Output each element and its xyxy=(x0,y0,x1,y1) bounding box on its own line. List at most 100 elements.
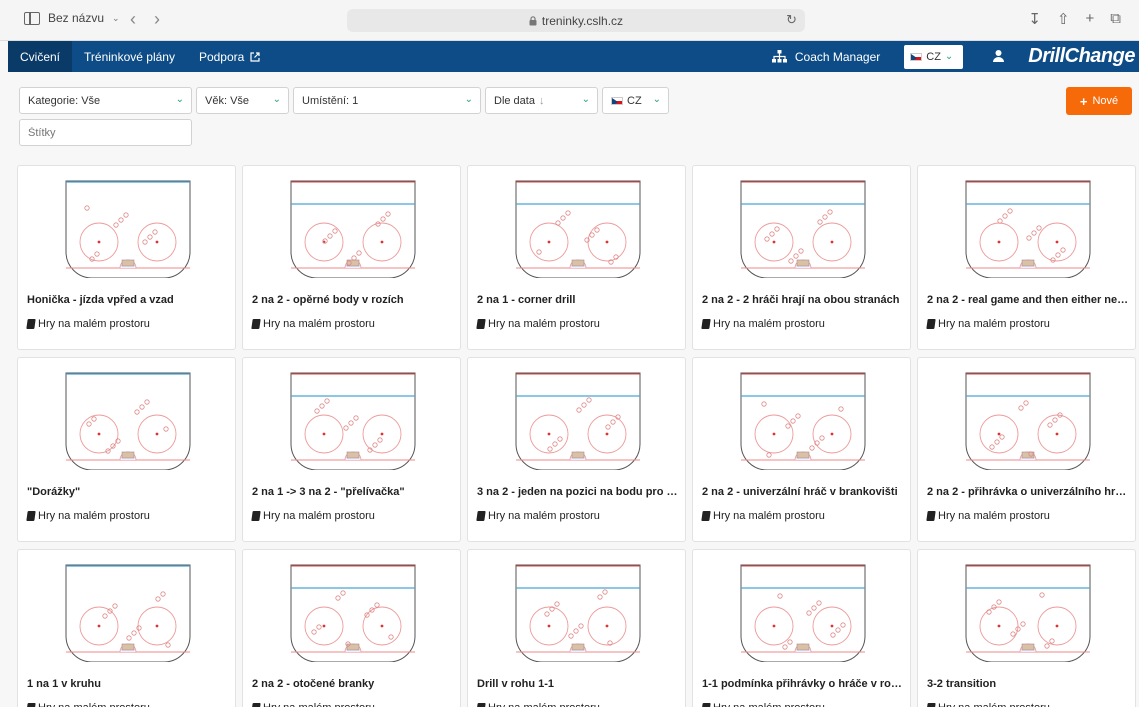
book-icon xyxy=(251,319,261,329)
sort-desc-icon: ↓ xyxy=(538,94,545,107)
share-icon[interactable]: ⇧ xyxy=(1057,10,1070,28)
drill-title[interactable]: 2 na 1 - corner drill xyxy=(477,294,679,306)
rink-diagram xyxy=(515,180,641,278)
drill-card[interactable]: Honička - jízda vpřed a vzad Hry na malé… xyxy=(17,165,236,350)
nav-item-exercises[interactable]: Cvičení xyxy=(8,41,73,72)
book-icon xyxy=(926,511,936,521)
location-filter[interactable]: Umístění: 1 ⌄ xyxy=(293,87,481,114)
drill-title[interactable]: 1 na 1 v kruhu xyxy=(27,678,229,690)
rink-diagram xyxy=(65,180,191,278)
new-drill-button[interactable]: + Nové xyxy=(1066,87,1132,115)
drill-title[interactable]: Honička - jízda vpřed a vzad xyxy=(27,294,229,306)
back-icon[interactable]: ‹ xyxy=(130,9,136,30)
rink-diagram xyxy=(965,564,1091,662)
drill-card[interactable]: 2 na 1 - corner drill Hry na malém prost… xyxy=(467,165,686,350)
czech-flag-icon xyxy=(910,52,923,61)
chevron-down-icon: ⌄ xyxy=(464,94,473,105)
sort-filter[interactable]: Dle data ↓ ⌄ xyxy=(485,87,598,114)
book-icon xyxy=(701,319,711,329)
nav-item-plans[interactable]: Tréninkové plány xyxy=(72,41,187,72)
drill-title[interactable]: 1-1 podmínka přihrávky o hráče v rohu xyxy=(702,678,904,690)
url-text: treninky.cslh.cz xyxy=(541,13,624,28)
rink-diagram xyxy=(515,564,641,662)
drill-card[interactable]: "Dorážky" Hry na malém prostoru xyxy=(17,357,236,542)
drill-title[interactable]: 2 na 2 - přihrávka o univerzálního hráče xyxy=(927,486,1129,498)
drill-category: Hry na malém prostoru xyxy=(476,510,600,522)
book-icon xyxy=(251,511,261,521)
nav-item-support[interactable]: Podpora xyxy=(187,41,272,72)
drill-grid: Honička - jízda vpřed a vzad Hry na malé… xyxy=(17,165,1136,707)
rink-diagram xyxy=(740,564,866,662)
category-filter[interactable]: Kategorie: Vše ⌄ xyxy=(19,87,192,114)
drill-card[interactable]: 2 na 1 -> 3 na 2 - "přelívačka" Hry na m… xyxy=(242,357,461,542)
tab-title[interactable]: Bez názvu xyxy=(48,11,104,25)
book-icon xyxy=(476,511,486,521)
rink-diagram xyxy=(290,372,416,470)
age-filter[interactable]: Věk: Vše ⌄ xyxy=(196,87,289,114)
language-select[interactable]: CZ ⌄ xyxy=(904,44,964,69)
tags-input[interactable] xyxy=(19,119,192,146)
chevron-down-icon: ⌄ xyxy=(652,94,661,105)
drill-title[interactable]: 2 na 2 - otočené branky xyxy=(252,678,454,690)
download-icon[interactable]: ↧ xyxy=(1028,10,1041,28)
sidebar-toggle-icon[interactable] xyxy=(24,11,40,25)
external-link-icon xyxy=(250,51,260,62)
book-icon xyxy=(926,319,936,329)
drill-card[interactable]: 2 na 2 - přihrávka o univerzálního hráče… xyxy=(917,357,1136,542)
forward-icon[interactable]: › xyxy=(154,9,160,30)
address-bar[interactable]: treninky.cslh.cz ↻ xyxy=(347,9,805,32)
rink-diagram xyxy=(290,564,416,662)
drill-title[interactable]: 3-2 transition xyxy=(927,678,1129,690)
drill-title[interactable]: 3 na 2 - jeden na pozici na bodu pro vh.… xyxy=(477,486,679,498)
drill-title[interactable]: 2 na 2 - univerzální hráč v brankovišti xyxy=(702,486,904,498)
tab-overview-icon[interactable]: ⧉ xyxy=(1110,10,1121,28)
drill-card[interactable]: 1 na 1 v kruhu Hry na malém prostoru xyxy=(17,549,236,707)
reload-icon[interactable]: ↻ xyxy=(786,12,797,28)
drill-card[interactable]: 3 na 2 - jeden na pozici na bodu pro vh.… xyxy=(467,357,686,542)
drill-title[interactable]: 2 na 2 - 2 hráči hrají na obou stranách xyxy=(702,294,904,306)
user-icon[interactable] xyxy=(993,49,1005,65)
drill-title[interactable]: 2 na 2 - real game and then either net .… xyxy=(927,294,1129,306)
drill-card[interactable]: 2 na 2 - 2 hráči hrají na obou stranách … xyxy=(692,165,911,350)
new-tab-icon[interactable]: + xyxy=(1086,10,1095,28)
book-icon xyxy=(701,511,711,521)
drill-title[interactable]: "Dorážky" xyxy=(27,486,229,498)
drill-title[interactable]: 2 na 2 - opěrné body v rozích xyxy=(252,294,454,306)
drill-category: Hry na malém prostoru xyxy=(926,702,1050,707)
chevron-down-icon[interactable]: ⌄ xyxy=(112,13,120,24)
nav-arrows: ‹ › xyxy=(130,9,160,30)
drill-card[interactable]: 2 na 2 - real game and then either net .… xyxy=(917,165,1136,350)
drill-category: Hry na malém prostoru xyxy=(701,318,825,330)
rink-diagram xyxy=(965,372,1091,470)
chevron-down-icon: ⌄ xyxy=(944,51,954,62)
drill-category: Hry na malém prostoru xyxy=(701,702,825,707)
drill-title[interactable]: Drill v rohu 1-1 xyxy=(477,678,679,690)
drill-card[interactable]: 3-2 transition Hry na malém prostoru xyxy=(917,549,1136,707)
drill-category: Hry na malém prostoru xyxy=(26,702,150,707)
drill-card[interactable]: 1-1 podmínka přihrávky o hráče v rohu Hr… xyxy=(692,549,911,707)
rink-diagram xyxy=(740,372,866,470)
book-icon xyxy=(701,703,711,707)
drill-category: Hry na malém prostoru xyxy=(26,318,150,330)
book-icon xyxy=(26,703,36,707)
book-icon xyxy=(26,319,36,329)
toolbar-actions: ↧ ⇧ + ⧉ xyxy=(1028,10,1121,28)
tab-group[interactable]: Bez názvu ⌄ xyxy=(24,11,120,25)
rink-diagram xyxy=(65,564,191,662)
coach-manager-link[interactable]: Coach Manager xyxy=(771,50,880,64)
language-filter[interactable]: CZ ⌄ xyxy=(602,87,669,114)
czech-flag-icon xyxy=(611,96,623,105)
drill-card[interactable]: Drill v rohu 1-1 Hry na malém prostoru xyxy=(467,549,686,707)
app-navbar: Cvičení Tréninkové plány Podpora Coach M… xyxy=(8,41,1139,72)
drill-card[interactable]: 2 na 2 - otočené branky Hry na malém pro… xyxy=(242,549,461,707)
drill-title[interactable]: 2 na 1 -> 3 na 2 - "přelívačka" xyxy=(252,486,454,498)
drill-category: Hry na malém prostoru xyxy=(926,510,1050,522)
drill-card[interactable]: 2 na 2 - opěrné body v rozích Hry na mal… xyxy=(242,165,461,350)
chevron-down-icon: ⌄ xyxy=(175,94,184,105)
brand-logo[interactable]: DrillChange xyxy=(1028,45,1135,68)
drill-card[interactable]: 2 na 2 - univerzální hráč v brankovišti … xyxy=(692,357,911,542)
book-icon xyxy=(26,511,36,521)
lock-icon xyxy=(529,15,537,25)
drill-category: Hry na malém prostoru xyxy=(26,510,150,522)
drill-category: Hry na malém prostoru xyxy=(251,702,375,707)
